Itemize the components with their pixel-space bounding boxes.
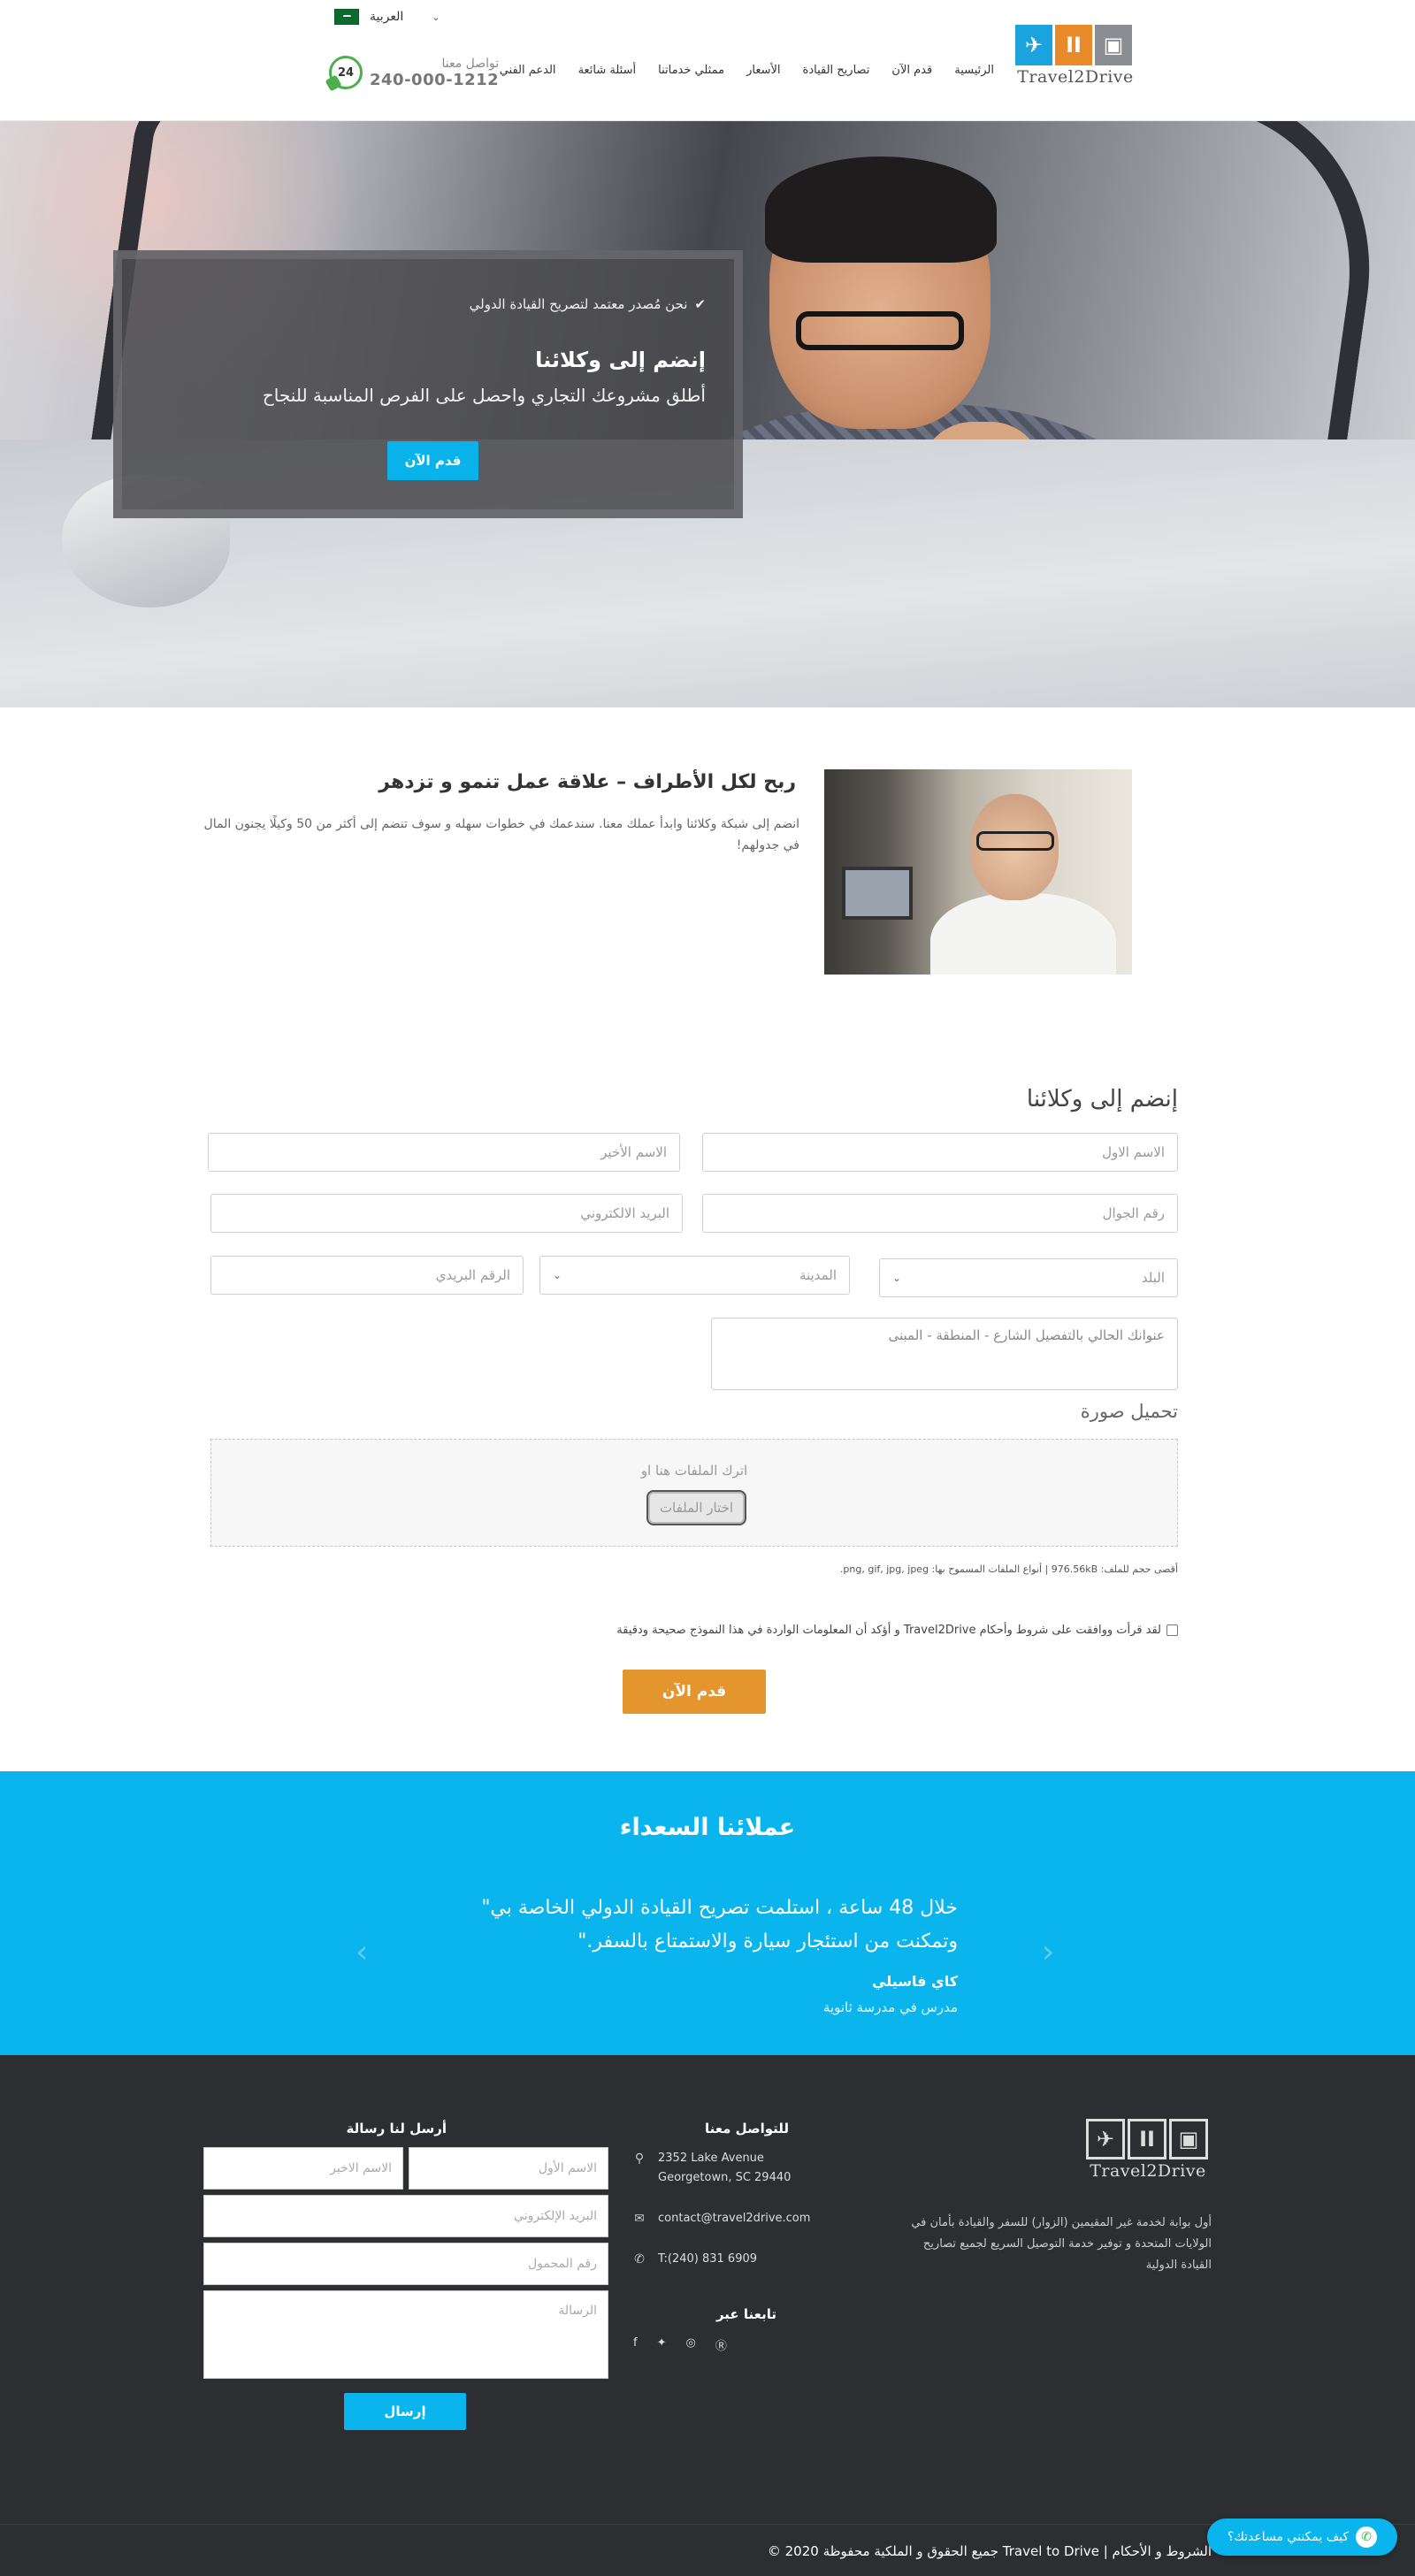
road-icon: II	[1055, 25, 1092, 65]
hero-card: ✔ نحن مُصدر معتمد لتصريح القيادة الدولي …	[113, 250, 743, 518]
language-selector[interactable]: العربية ⌄	[334, 7, 440, 27]
social-links: f ✦ ◎ Ⓡ	[633, 2336, 727, 2353]
footer-email-field[interactable]: البريد الإلكتروني	[203, 2195, 608, 2237]
logo-text: Travel2Drive	[1017, 67, 1134, 87]
footer-address: ⚲ 2352 Lake Avenue Georgetown, SC 29440	[633, 2149, 792, 2188]
footer-message-field[interactable]: الرسالة	[203, 2290, 608, 2379]
phone-number: 240-000-1212	[370, 70, 500, 89]
whatsapp-icon: ✆	[1356, 2526, 1378, 2548]
chevron-down-icon: ⌄	[432, 11, 440, 23]
follow-title: تابعنا عبر	[715, 2306, 776, 2322]
last-name-field[interactable]: الاسم الأخير	[208, 1133, 680, 1172]
hero-title: إنضم إلى وكلائنا	[535, 348, 706, 372]
testimonials-title: عملائنا السعداء	[619, 1814, 796, 1841]
carousel-prev-icon[interactable]: ‹	[356, 1934, 368, 1970]
site-footer: ✈ II ▣ Travel2Drive أول بوابة لخدمة غير …	[0, 2055, 1415, 2576]
choose-files-button[interactable]: اختار الملفات	[646, 1490, 746, 1525]
form-title: إنضم إلى وكلائنا	[1026, 1086, 1178, 1112]
checkmark-icon: ✔	[694, 296, 706, 312]
partner-photo	[824, 769, 1132, 975]
dribbble-icon[interactable]: ◎	[685, 2336, 695, 2353]
footer-last-name[interactable]: الاسم الاخير	[203, 2147, 403, 2190]
partner-text: انضم إلى شبكة وكلائنا وابدأ عملك معنا. س…	[203, 817, 799, 852]
chevron-down-icon: ⌄	[892, 1272, 902, 1284]
nav-agents[interactable]: ممثلي خدماتنا	[658, 64, 724, 85]
photo-monitor	[842, 867, 913, 920]
whatsapp-help-button[interactable]: ✆ كيف يمكنني مساعدتك؟	[1207, 2519, 1397, 2556]
main-nav: الرئيسية قدم الآن تصاريح القيادة الأسعار…	[500, 64, 994, 85]
footer-mobile-field[interactable]: رقم المحمول	[203, 2243, 608, 2285]
mobile-field[interactable]: رقم الجوال	[702, 1194, 1178, 1233]
nav-faq[interactable]: أسئلة شائعة	[578, 64, 637, 85]
airplane-icon: ✈	[1086, 2119, 1125, 2159]
nav-prices[interactable]: الأسعار	[746, 64, 780, 85]
nav-support[interactable]: الدعم الفني	[500, 64, 556, 85]
nav-home[interactable]: الرئيسية	[954, 64, 994, 85]
phone-label: تواصل معنا	[441, 56, 500, 71]
upload-title: تحميل صورة	[1080, 1401, 1178, 1422]
pinterest-icon[interactable]: Ⓡ	[715, 2336, 727, 2353]
car-icon: ▣	[1095, 25, 1132, 65]
partner-title: ربح لكل الأطراف – علاقة عمل تنمو و تزدهر	[379, 771, 796, 793]
nav-driving-permits[interactable]: تصاريح القيادة	[803, 64, 870, 85]
photo-person-glasses	[976, 831, 1054, 851]
hero-subtitle: أطلق مشروعك التجاري واحصل على الفرص المن…	[262, 385, 706, 406]
footer-logo-text: Travel2Drive	[1090, 2161, 1206, 2181]
message-title: أرسل لنا رسالة	[346, 2121, 447, 2136]
upload-note: أقصى حجم للملف: 976.56kB | أنواع الملفات…	[839, 1563, 1178, 1575]
submit-button[interactable]: قدم الآن	[623, 1670, 766, 1714]
hero-apply-button[interactable]: قدم الآن	[387, 441, 478, 480]
carousel-next-icon[interactable]: ›	[1042, 1934, 1054, 1970]
copyright: الشروط و الأحكام | Travel to Drive جميع …	[767, 2543, 1212, 2559]
contact-title: للتواصل معنا	[704, 2121, 789, 2136]
phone-icon: ✆	[634, 2252, 645, 2266]
twitter-icon[interactable]: ✦	[657, 2336, 667, 2353]
file-dropzone[interactable]: اترك الملفات هنا او اختار الملفات	[210, 1439, 1178, 1547]
site-header: العربية ⌄ 24 تواصل معنا 240-000-1212 الر…	[0, 0, 1415, 121]
airplane-icon: ✈	[1015, 25, 1052, 65]
address-textarea[interactable]: عنوانك الحالي بالتفصيل الشارع - المنطقة …	[711, 1318, 1178, 1390]
hero-person-glasses	[796, 311, 964, 350]
chevron-down-icon: ⌄	[553, 1269, 562, 1281]
testimonial-role: مدرس في مدرسة ثانوية	[822, 1999, 958, 2015]
contact-phone[interactable]: 24 تواصل معنا 240-000-1212	[329, 51, 499, 94]
footer-phone[interactable]: ✆ T:(240) 831 6909	[633, 2250, 757, 2269]
email-field[interactable]: البريد الالكتروني	[210, 1194, 683, 1233]
footer-email[interactable]: ✉ contact@travel2drive.com	[633, 2209, 810, 2228]
envelope-icon: ✉	[634, 2212, 645, 2226]
first-name-field[interactable]: الاسم الاول	[702, 1133, 1178, 1172]
terms-checkbox[interactable]	[1166, 1624, 1178, 1636]
country-select[interactable]: البلد ⌄	[879, 1258, 1178, 1297]
hero-banner: ✔ نحن مُصدر معتمد لتصريح القيادة الدولي …	[0, 121, 1415, 707]
dropzone-text: اترك الملفات هنا او	[640, 1463, 748, 1479]
footer-about: أول بوابة لخدمة غير المقيمين (الزوار) لل…	[911, 2216, 1212, 2272]
testimonial-author: كاي فاسيلي	[871, 1973, 958, 1990]
testimonial-quote: خلال 48 ساعة ، استلمت تصريح القيادة الدو…	[481, 1897, 958, 1953]
terms-agreement: لقد قرأت ووافقت على شروط وأحكام Travel2D…	[616, 1624, 1178, 1637]
postal-code-field[interactable]: الرقم البريدي	[210, 1256, 524, 1295]
whatsapp-label: كيف يمكنني مساعدتك؟	[1227, 2530, 1350, 2544]
hero-person-hair	[765, 157, 997, 263]
language-label: العربية	[370, 10, 404, 24]
car-icon: ▣	[1169, 2119, 1208, 2159]
city-select[interactable]: المدينة ⌄	[539, 1256, 850, 1295]
photo-person-body	[930, 893, 1116, 975]
footer-divider	[0, 2524, 1415, 2525]
phone-24-icon: 24	[329, 56, 363, 89]
saudi-flag-icon	[334, 9, 359, 25]
facebook-icon[interactable]: f	[633, 2336, 638, 2353]
terms-label: لقد قرأت ووافقت على شروط وأحكام Travel2D…	[616, 1624, 1161, 1637]
site-logo[interactable]: ✈ II ▣ Travel2Drive	[1015, 25, 1136, 88]
footer-send-button[interactable]: إرسال	[344, 2393, 466, 2430]
nav-apply-now[interactable]: قدم الآن	[891, 64, 932, 85]
hero-check-line: ✔ نحن مُصدر معتمد لتصريح القيادة الدولي	[469, 296, 706, 312]
footer-first-name[interactable]: الاسم الأول	[409, 2147, 608, 2190]
map-pin-icon: ⚲	[634, 2152, 645, 2166]
road-icon: II	[1128, 2119, 1166, 2159]
testimonials-section: عملائنا السعداء ‹ خلال 48 ساعة ، استلمت …	[0, 1771, 1415, 2055]
footer-logo[interactable]: ✈ II ▣ Travel2Drive	[1086, 2119, 1210, 2184]
